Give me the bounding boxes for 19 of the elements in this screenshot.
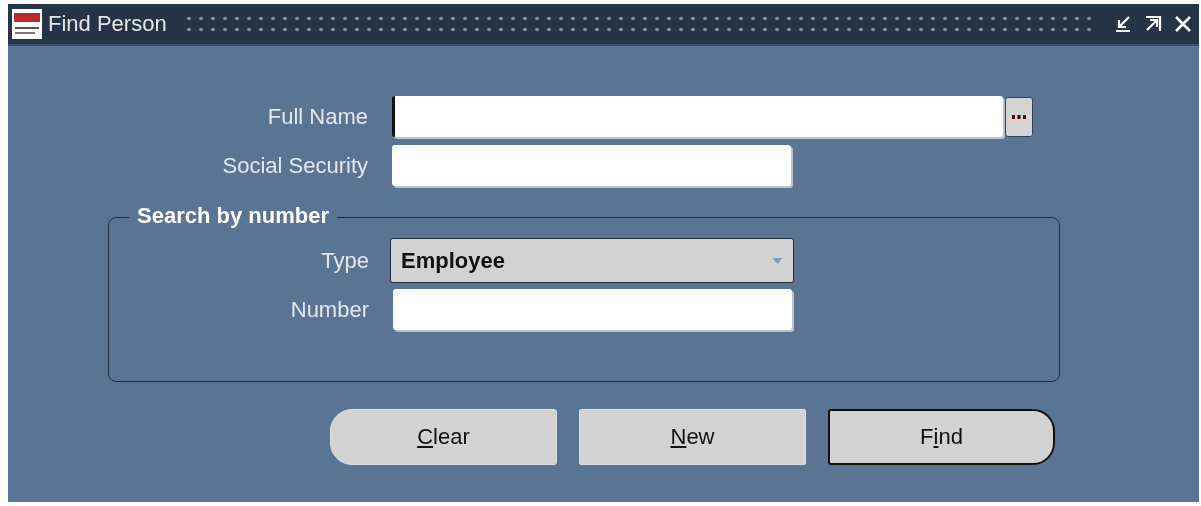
maximize-icon[interactable] — [1143, 14, 1163, 34]
field-label: Number — [289, 296, 370, 323]
list-of-values-button[interactable] — [1005, 96, 1033, 137]
action-button[interactable]: Find — [828, 409, 1055, 465]
input-field[interactable] — [393, 289, 792, 330]
input-field[interactable] — [392, 145, 791, 186]
input-field[interactable] — [392, 96, 1003, 137]
type-dropdown[interactable]: Employee — [390, 238, 794, 283]
minimize-icon[interactable] — [1113, 14, 1133, 34]
dropdown-caret-icon — [772, 257, 783, 264]
action-button[interactable]: Clear — [330, 409, 557, 465]
action-button[interactable]: New — [579, 409, 806, 465]
ellipsis-icon — [1012, 114, 1026, 119]
field-label: Full Name — [266, 103, 369, 130]
app-logo-icon — [12, 9, 42, 39]
field-label: Social Security — [221, 152, 369, 179]
window-title: Find Person — [48, 11, 167, 37]
close-icon[interactable] — [1173, 14, 1193, 34]
field-label: Type — [320, 247, 370, 274]
